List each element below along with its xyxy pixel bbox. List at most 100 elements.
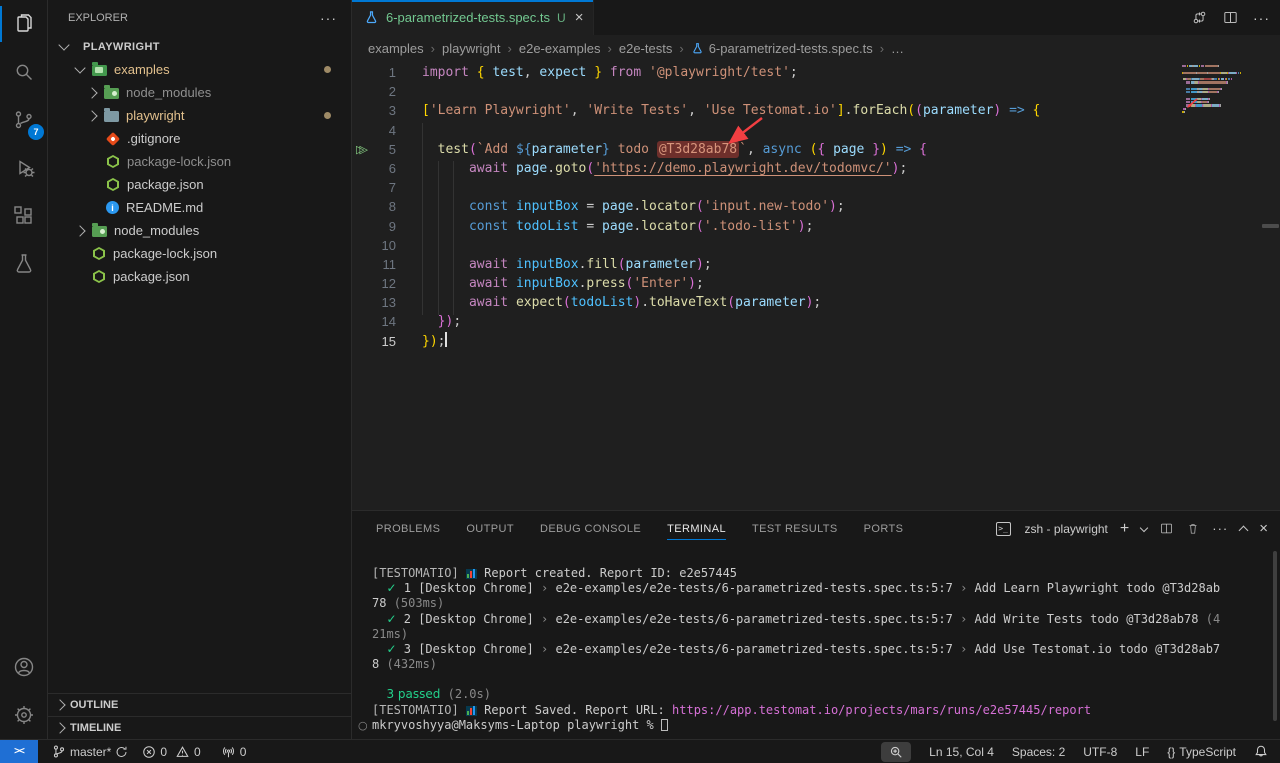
remote-icon: >< (14, 746, 24, 757)
panel-more-actions-icon[interactable]: ··· (1212, 521, 1228, 536)
run-test-icon[interactable]: ▷▷ (356, 140, 363, 159)
indentation-item[interactable]: Spaces: 2 (1012, 745, 1065, 759)
forwarded-ports-count: 0 (240, 745, 247, 759)
panel-tab-output[interactable]: OUTPUT (466, 511, 514, 546)
line-number: 3 (389, 103, 396, 118)
tab-spec-file[interactable]: 6-parametrized-tests.spec.ts U × (352, 0, 594, 35)
cursor-position-item[interactable]: Ln 15, Col 4 (929, 745, 994, 759)
breadcrumb-item-playwright[interactable]: playwright (442, 41, 501, 56)
breadcrumb-item-e2e-tests[interactable]: e2e-tests (619, 41, 672, 56)
tree-item-playwright[interactable]: playwright (48, 104, 351, 127)
node-package-icon (93, 270, 105, 283)
breadcrumb-item-6-parametrized-tests-spec-ts[interactable]: 6-parametrized-tests.spec.ts (691, 41, 873, 56)
panel-tab-debug-console[interactable]: DEBUG CONSOLE (540, 511, 641, 546)
settings-gear-icon[interactable] (0, 691, 48, 739)
breadcrumb-separator: › (679, 41, 683, 56)
code-line: await page.goto('https://demo.playwright… (422, 159, 1040, 178)
open-changes-icon[interactable] (1191, 9, 1208, 26)
tree-item-package-lock-json[interactable]: package-lock.json (48, 242, 351, 265)
split-editor-icon[interactable] (1222, 9, 1239, 26)
tree-item-package-json[interactable]: package.json (48, 265, 351, 288)
views-more-actions-icon[interactable]: ··· (320, 10, 337, 26)
tree-item-gitignore[interactable]: .gitignore (48, 127, 351, 150)
editor-more-actions-icon[interactable]: ··· (1253, 10, 1270, 26)
timeline-section-header[interactable]: TIMELINE (48, 716, 351, 739)
readme-info-icon: i (106, 201, 119, 214)
tree-item-node-modules[interactable]: node_modules (48, 219, 351, 242)
extensions-icon[interactable] (0, 192, 48, 240)
zoom-indicator[interactable] (881, 742, 911, 762)
editor-gutter: 1234▷▷56789101112131415 (352, 63, 414, 351)
gutter-line: 10 (352, 236, 414, 255)
language-item[interactable]: {} TypeScript (1167, 745, 1236, 759)
breadcrumb-item-examples[interactable]: examples (368, 41, 424, 56)
terminal-link[interactable]: https://app.testomat.io/projects/mars/ru… (672, 703, 1091, 717)
problems-item[interactable]: 0 0 (142, 745, 200, 759)
sync-icon[interactable] (115, 745, 128, 759)
terminal-instance-label[interactable]: zsh - playwright (1025, 522, 1108, 536)
tree-item-playwright[interactable]: PLAYWRIGHT (48, 35, 351, 58)
gutter-line: 11 (352, 255, 414, 274)
kill-terminal-icon[interactable] (1186, 521, 1200, 536)
terminal-line: 78 (503ms) (372, 596, 1270, 611)
code-line (422, 236, 1040, 255)
chevron-right-icon (86, 110, 97, 121)
file-tree: PLAYWRIGHTexamplesnode_modulesplaywright… (48, 35, 351, 288)
explorer-sidebar: EXPLORER ··· PLAYWRIGHTexamplesnode_modu… (48, 0, 352, 739)
terminal-line: [TESTOMATIO] Report created. Report ID: … (372, 566, 1270, 581)
run-debug-icon[interactable] (0, 144, 48, 192)
code-line: await expect(todoList).toHaveText(parame… (422, 293, 1040, 312)
gutter-line: 7 (352, 178, 414, 197)
editor-scrollbar-thumb[interactable] (1262, 224, 1279, 228)
accounts-icon[interactable] (0, 643, 48, 691)
new-terminal-icon[interactable]: + (1120, 520, 1129, 538)
errors-icon (142, 745, 156, 759)
split-terminal-icon[interactable] (1159, 521, 1174, 536)
terminal-dropdown-icon[interactable] (1140, 523, 1148, 531)
panel-tab-label: DEBUG CONSOLE (540, 523, 641, 535)
panel-tab-problems[interactable]: PROBLEMS (376, 511, 440, 546)
tree-item-node-modules[interactable]: node_modules (48, 81, 351, 104)
minimap[interactable] (1182, 65, 1260, 114)
scm-badge: 7 (28, 124, 44, 140)
explorer-icon[interactable] (0, 0, 48, 48)
line-number: 2 (389, 84, 396, 99)
source-control-icon[interactable]: 7 (0, 96, 48, 144)
notifications-bell-icon[interactable] (1254, 744, 1268, 759)
remote-indicator[interactable]: >< (0, 740, 38, 763)
chevron-down-icon (74, 62, 85, 73)
code-editor[interactable]: 1234▷▷56789101112131415 import { test, e… (352, 61, 1280, 510)
terminal-scrollbar-thumb[interactable] (1273, 551, 1277, 721)
breadcrumb-item-e2e-examples[interactable]: e2e-examples (519, 41, 601, 56)
ports-item[interactable]: 0 (221, 745, 247, 759)
testing-flask-icon[interactable] (0, 240, 48, 288)
tree-item-package-json[interactable]: package.json (48, 173, 351, 196)
panel-tab-test-results[interactable]: TEST RESULTS (752, 511, 838, 546)
editor-link[interactable]: 'https://demo.playwright.dev/todomvc/' (594, 161, 891, 176)
terminal-output[interactable]: [TESTOMATIO] Report created. Report ID: … (372, 566, 1270, 733)
node-package-icon (107, 178, 119, 191)
panel-tab-terminal[interactable]: TERMINAL (667, 511, 726, 546)
braces-icon: {} (1167, 745, 1175, 759)
maximize-panel-icon[interactable] (1239, 525, 1249, 535)
eol-item[interactable]: LF (1135, 745, 1149, 759)
activity-bar: 7 (0, 0, 48, 739)
editor-cursor (445, 332, 447, 347)
encoding-item[interactable]: UTF-8 (1083, 745, 1117, 759)
breadcrumb-item-[interactable]: … (891, 41, 904, 56)
tree-item-package-lock-json[interactable]: package-lock.json (48, 150, 351, 173)
code-line (422, 178, 1040, 197)
close-panel-icon[interactable]: × (1259, 520, 1268, 537)
tree-item-examples[interactable]: examples (48, 58, 351, 81)
tree-item-label: .gitignore (127, 131, 180, 146)
tree-item-label: package.json (113, 269, 190, 284)
tree-item-readme-md[interactable]: iREADME.md (48, 196, 351, 219)
panel-tab-ports[interactable]: PORTS (864, 511, 904, 546)
code-lines: import { test, expect } from '@playwrigh… (422, 63, 1040, 351)
search-icon[interactable] (0, 48, 48, 96)
git-branch-item[interactable]: master* (52, 744, 128, 759)
outline-section-header[interactable]: OUTLINE (48, 693, 351, 716)
code-line (422, 82, 1040, 101)
line-number: 6 (389, 161, 396, 176)
tab-close-icon[interactable]: × (575, 10, 584, 25)
